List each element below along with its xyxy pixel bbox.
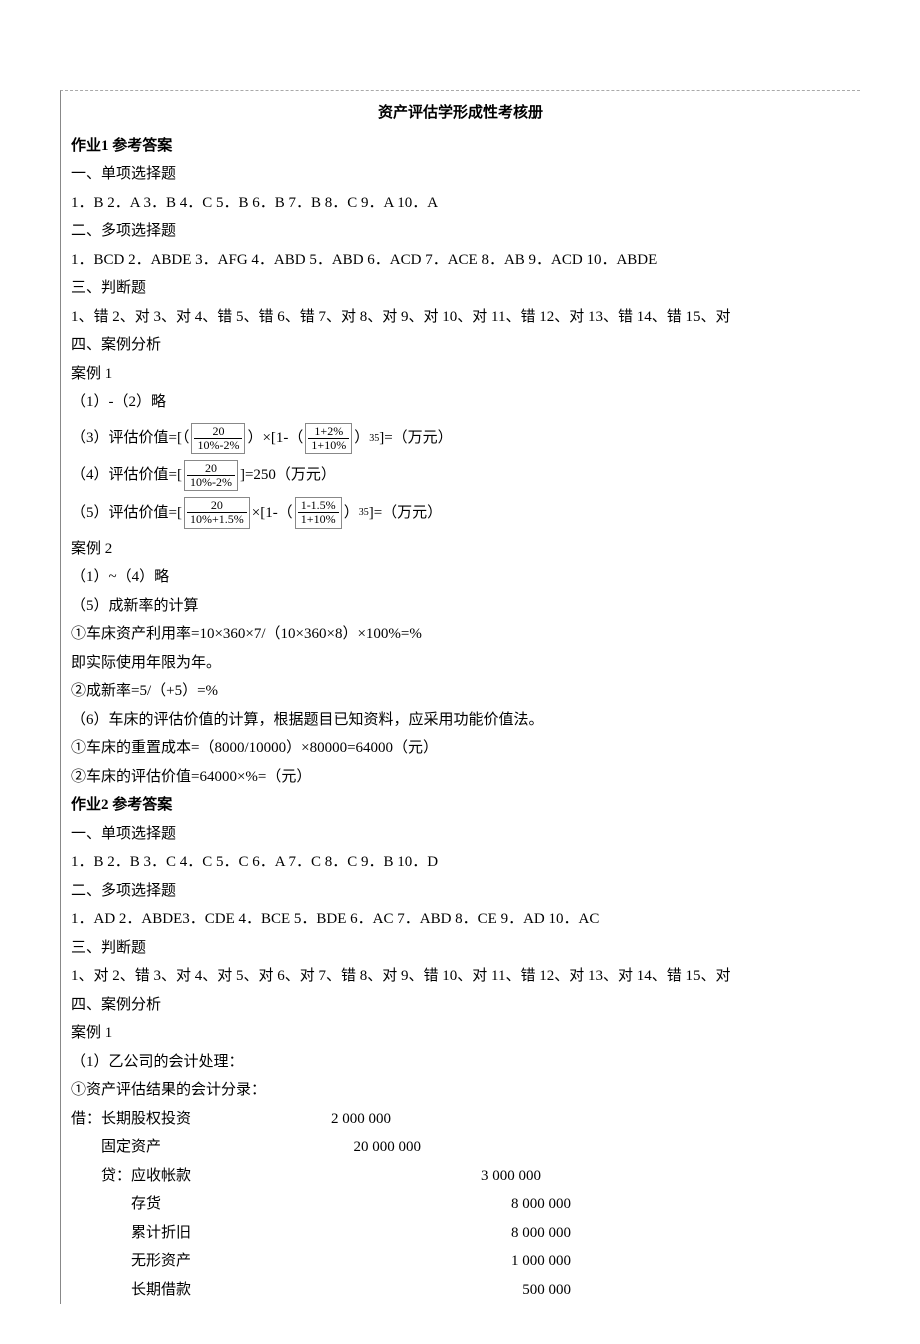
fraction-denominator: 10%-2%: [194, 439, 242, 452]
document-content: 资产评估学形成性考核册 作业1 参考答案 一、单项选择题 1．B 2．A 3．B…: [60, 90, 860, 1304]
hw2-sec1-header: 一、单项选择题: [71, 820, 850, 849]
hw2-sec3-answers: 1、对 2、错 3、对 4、对 5、对 6、对 7、错 8、对 9、错 10、对…: [71, 962, 850, 991]
hw1-sec1-header: 一、单项选择题: [71, 160, 850, 189]
entry-amount: 2 000 000: [271, 1105, 391, 1134]
hw1-sec4-header: 四、案例分析: [71, 331, 850, 360]
hw2-sec2-answers: 1．AD 2．ABDE3．CDE 4．BCE 5．BDE 6．AC 7．ABD …: [71, 905, 850, 934]
formula-suffix: ）: [344, 499, 359, 528]
journal-entry-row: 固定资产20 000 000: [71, 1133, 850, 1162]
journal-entry-row: 无形资产 1 000 000: [71, 1247, 850, 1276]
fraction-numerator: 20: [194, 425, 242, 439]
fraction-numerator: 1-1.5%: [298, 499, 339, 513]
hw1-case2-l6: （6）车床的评估价值的计算，根据题目已知资料，应采用功能价值法。: [71, 706, 850, 735]
hw1-sec2-header: 二、多项选择题: [71, 217, 850, 246]
hw1-case2-l1: （1）~（4）略: [71, 563, 850, 592]
journal-entry-row: 累计折旧 8 000 000: [71, 1219, 850, 1248]
entry-amount: 8 000 000: [451, 1219, 571, 1248]
formula-subscript: 35: [359, 503, 369, 522]
hw1-heading: 作业1 参考答案: [71, 132, 850, 161]
formula-tail: ]=（万元）: [379, 424, 452, 453]
journal-entries: 借：长期股权投资2 000 000固定资产20 000 000贷：应收帐款 3 0…: [71, 1105, 850, 1305]
entry-amount: 20 000 000: [301, 1133, 421, 1162]
entry-label: 存货: [71, 1190, 331, 1219]
fraction-icon: 1-1.5% 1+10%: [295, 497, 342, 528]
hw1-case1-l1: （1）-（2）略: [71, 388, 850, 417]
hw1-case1-label: 案例 1: [71, 360, 850, 389]
hw1-case2-l7: ①车床的重置成本=（8000/10000）×80000=64000（元）: [71, 734, 850, 763]
fraction-icon: 20 10%+1.5%: [184, 497, 250, 528]
hw1-formula-3: （3）评估价值=[（ 20 10%-2% ）×[1-（ 1+2% 1+10% ）…: [71, 423, 850, 454]
entry-label: 贷：应收帐款: [71, 1162, 301, 1191]
formula-prefix: （4）评估价值=[: [71, 461, 182, 490]
journal-entry-row: 长期借款 500 000: [71, 1276, 850, 1305]
hw1-sec1-answers: 1．B 2．A 3．B 4．C 5．B 6．B 7．B 8．C 9．A 10．A: [71, 189, 850, 218]
fraction-icon: 20 10%-2%: [184, 460, 238, 491]
fraction-denominator: 10%+1.5%: [187, 513, 247, 526]
hw1-sec3-answers: 1、错 2、对 3、对 4、错 5、错 6、错 7、对 8、对 9、对 10、对…: [71, 303, 850, 332]
hw2-sec4-header: 四、案例分析: [71, 991, 850, 1020]
hw1-sec3-header: 三、判断题: [71, 274, 850, 303]
hw1-formula-5: （5）评估价值=[ 20 10%+1.5% ×[1-（ 1-1.5% 1+10%…: [71, 497, 850, 528]
fraction-icon: 20 10%-2%: [191, 423, 245, 454]
hw2-sec3-header: 三、判断题: [71, 934, 850, 963]
formula-mid: ）×[1-（: [247, 424, 303, 453]
hw2-sec2-header: 二、多项选择题: [71, 877, 850, 906]
formula-mid: ×[1-（: [252, 499, 293, 528]
entry-amount: 3 000 000: [421, 1162, 541, 1191]
entry-label: 借：长期股权投资: [71, 1105, 271, 1134]
hw1-case2-label: 案例 2: [71, 535, 850, 564]
hw1-case2-l4: 即实际使用年限为年。: [71, 649, 850, 678]
formula-prefix: （5）评估价值=[: [71, 499, 182, 528]
hw1-formula-4: （4）评估价值=[ 20 10%-2% ]=250（万元）: [71, 460, 850, 491]
document-title: 资产评估学形成性考核册: [71, 99, 850, 128]
fraction-icon: 1+2% 1+10%: [305, 423, 352, 454]
formula-suffix: ）: [354, 424, 369, 453]
formula-subscript: 35: [369, 429, 379, 448]
fraction-numerator: 20: [187, 462, 235, 476]
fraction-numerator: 1+2%: [308, 425, 349, 439]
formula-prefix: （3）评估价值=[（: [71, 424, 189, 453]
entry-amount: 500 000: [451, 1276, 571, 1305]
hw1-case2-l5: ②成新率=5/（+5）=%: [71, 677, 850, 706]
entry-label: 固定资产: [71, 1133, 301, 1162]
entry-label: 无形资产: [71, 1247, 331, 1276]
hw1-case2-l3: ①车床资产利用率=10×360×7/（10×360×8）×100%=%: [71, 620, 850, 649]
entry-amount: 1 000 000: [451, 1247, 571, 1276]
entry-label: 长期借款: [71, 1276, 331, 1305]
hw2-case1-l2: ①资产评估结果的会计分录：: [71, 1076, 850, 1105]
journal-entry-row: 存货 8 000 000: [71, 1190, 850, 1219]
hw1-case2-l2: （5）成新率的计算: [71, 592, 850, 621]
hw1-sec2-answers: 1．BCD 2．ABDE 3．AFG 4．ABD 5．ABD 6．ACD 7．A…: [71, 246, 850, 275]
formula-suffix: ]=250（万元）: [240, 461, 336, 490]
hw2-case1-l1: （1）乙公司的会计处理：: [71, 1048, 850, 1077]
fraction-numerator: 20: [187, 499, 247, 513]
hw2-case1-label: 案例 1: [71, 1019, 850, 1048]
entry-label: 累计折旧: [71, 1219, 331, 1248]
fraction-denominator: 1+10%: [298, 513, 339, 526]
hw1-case2-l8: ②车床的评估价值=64000×%=（元）: [71, 763, 850, 792]
hw2-sec1-answers: 1．B 2．B 3．C 4．C 5．C 6．A 7．C 8．C 9．B 10．D: [71, 848, 850, 877]
formula-tail: ]=（万元）: [369, 499, 442, 528]
fraction-denominator: 10%-2%: [187, 476, 235, 489]
journal-entry-row: 贷：应收帐款 3 000 000: [71, 1162, 850, 1191]
hw2-heading: 作业2 参考答案: [71, 791, 850, 820]
entry-amount: 8 000 000: [451, 1190, 571, 1219]
journal-entry-row: 借：长期股权投资2 000 000: [71, 1105, 850, 1134]
fraction-denominator: 1+10%: [308, 439, 349, 452]
